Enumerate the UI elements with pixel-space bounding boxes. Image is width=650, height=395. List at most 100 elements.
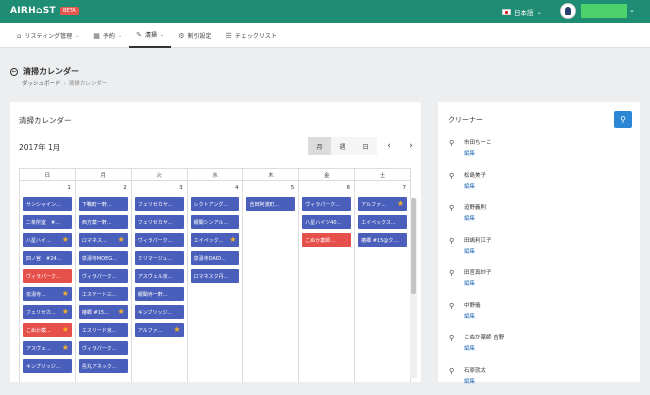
event-label: 銀閣シンアル... xyxy=(194,219,229,226)
nav-item-0[interactable]: ⌂リスティング管理⌄ xyxy=(10,23,86,48)
cleaner-item: ⚲迫野義則編集 xyxy=(448,200,628,233)
cleaner-edit-link[interactable]: 編集 xyxy=(464,377,475,385)
cleaning-event[interactable]: 吉田阿波町... xyxy=(246,197,295,211)
calendar-scrollbar[interactable] xyxy=(410,198,417,378)
cleaning-event[interactable]: キンプリッジ... xyxy=(23,359,72,373)
home-icon: ⌂ xyxy=(17,32,21,40)
calendar-card: 清掃カレンダー 2017年 1月 月週日‹› 日月火水木金土 1サンシャイン..… xyxy=(10,102,421,382)
day-cell[interactable]: 4 レクトアング... 銀閣シンアル... エイペック...★ 泉湯寺DAID... ロマ… xyxy=(188,181,244,382)
day-cell[interactable]: 5吉田阿波町... xyxy=(243,181,299,382)
cleaning-event[interactable]: ミリマージュ... xyxy=(135,251,184,265)
cleaner-edit-link[interactable]: 編集 xyxy=(464,312,475,320)
cleaning-event[interactable]: サンシャイン... xyxy=(23,197,72,211)
cleaning-event[interactable]: 泉湯寺DAID... xyxy=(191,251,240,265)
cleaning-event[interactable]: 四ノ宮 #24... xyxy=(23,251,72,265)
cleaning-event[interactable]: フェリセカサ... xyxy=(135,197,184,211)
cleaner-edit-link[interactable]: 編集 xyxy=(464,279,475,287)
main-nav: ⌂リスティング管理⌄▦予約⌄✎清掃⌄⚙割引設定☰チェックリスト xyxy=(0,23,650,48)
cleaning-event[interactable]: 八星ハイツ40... xyxy=(302,215,351,229)
cleaning-event[interactable]: エイペック...★ xyxy=(191,233,240,247)
day-cell[interactable]: 7アルファ...★エイペックス...椿郷 #15@ク... xyxy=(355,181,411,382)
breadcrumb-dashboard[interactable]: ダッシュボード xyxy=(22,81,61,87)
day-cell[interactable]: 2 下鴨町一軒... 西方薬一軒... ロマネス... ★ 泉湯寺MOEG... ヴィラパー… xyxy=(76,181,132,382)
cleaning-event[interactable]: ロマネス... ★ xyxy=(79,233,128,247)
language-selector[interactable]: 日本語 ⌄ xyxy=(502,7,542,17)
day-cell[interactable]: 6 ヴィラパーク... 八星ハイツ40... こぬか薬師... xyxy=(299,181,355,382)
view-button-1[interactable]: 週 xyxy=(331,137,354,155)
calendar-heading: 清掃カレンダー xyxy=(19,115,72,126)
cleaning-event[interactable]: キンブリッジ... xyxy=(135,305,184,319)
nav-item-1[interactable]: ▦予約⌄ xyxy=(86,23,129,48)
cleaning-event[interactable]: エスリード京... xyxy=(79,323,128,337)
event-label: 泉湯寺... xyxy=(26,291,46,298)
cleaning-event[interactable]: エステート三... xyxy=(79,287,128,301)
map-pin-icon: ⚲ xyxy=(449,139,454,147)
cleaning-event[interactable]: アルファ...★ xyxy=(358,197,407,211)
cleaning-event[interactable]: ヴィラパーク... xyxy=(79,269,128,283)
cleaning-event[interactable]: フェリセカ...★ xyxy=(23,305,72,319)
cleaner-edit-link[interactable]: 編集 xyxy=(464,182,475,190)
day-cell[interactable]: 3フェリセカサ...フェリセカサ...ヴィラパーク...ミリマージュ...アスヴ… xyxy=(132,181,188,382)
cleaning-event[interactable]: ヴィラパーク... xyxy=(302,197,351,211)
cleaning-event[interactable]: 西方薬一軒... xyxy=(79,215,128,229)
cleaning-event[interactable]: 椿郷 #15...★ xyxy=(79,305,128,319)
event-label: 椿郷 #15@ク... xyxy=(361,237,398,244)
event-label: 泉湯寺DAID... xyxy=(194,255,226,262)
cleaning-event[interactable]: こぬか薬師... xyxy=(302,233,351,247)
next-month-button[interactable]: › xyxy=(401,137,421,155)
cleaning-event[interactable]: アスヴェル京... xyxy=(135,269,184,283)
cleaning-event[interactable]: ヴィラパーク... xyxy=(135,233,184,247)
event-label: ロマネス... xyxy=(82,237,107,244)
star-icon: ★ xyxy=(118,236,125,244)
cleaning-event[interactable]: 島丸アネック... xyxy=(79,359,128,373)
day-cell[interactable]: 1サンシャイン...二条所室 #...八星ハイ...★四ノ宮 #24...ヴィラ… xyxy=(20,181,76,382)
add-cleaner-button[interactable]: ⚲ xyxy=(614,111,632,128)
cleaning-event[interactable]: 椿郷 #15@ク... xyxy=(358,233,407,247)
cleaner-edit-link[interactable]: 編集 xyxy=(464,247,475,255)
view-button-0[interactable]: 月 xyxy=(308,137,331,155)
event-label: こぬか薬師... xyxy=(305,237,335,244)
nav-item-2[interactable]: ✎清掃⌄ xyxy=(129,23,171,48)
cleaning-event[interactable]: ヴィラパーク... xyxy=(79,341,128,355)
event-label: 二条所室 #... xyxy=(26,219,60,226)
weekday-header-cell: 木 xyxy=(243,169,299,180)
avatar[interactable] xyxy=(560,3,576,19)
chevron-down-icon: ⌄ xyxy=(75,33,79,39)
cleaner-edit-link[interactable]: 編集 xyxy=(464,344,475,352)
cleaner-item: ⚲石原就太編集 xyxy=(448,363,628,395)
cleaning-event[interactable]: 泉湯寺...★ xyxy=(23,287,72,301)
event-label: アルファ... xyxy=(138,327,163,334)
day-number: 6 xyxy=(347,185,351,191)
nav-item-3[interactable]: ⚙割引設定 xyxy=(171,23,218,48)
view-button-2[interactable]: 日 xyxy=(354,137,377,155)
cleaning-event[interactable]: 泉湯寺MOEG... xyxy=(79,251,128,265)
day-number: 2 xyxy=(123,185,127,191)
user-menu-chevron-icon[interactable]: ⌄ xyxy=(629,6,635,14)
cleaning-event[interactable]: 銀閣寺一軒... xyxy=(135,287,184,301)
cleaning-event[interactable]: 二条所室 #... xyxy=(23,215,72,229)
user-name-box[interactable] xyxy=(581,4,627,18)
day-number: 4 xyxy=(235,185,239,191)
scrollbar-thumb[interactable] xyxy=(411,198,416,294)
event-label: エステート三... xyxy=(82,291,117,298)
cleaning-event[interactable]: エイペックス... xyxy=(358,215,407,229)
cleaning-event[interactable]: アルファ...★ xyxy=(135,323,184,337)
back-icon[interactable]: ← xyxy=(10,68,18,76)
top-bar: AIRH⌂ST BETA 日本語 ⌄ ⌄ xyxy=(0,0,650,23)
event-label: 四ノ宮 #24... xyxy=(26,255,61,262)
language-label: 日本語 xyxy=(514,7,534,17)
cleaning-event[interactable]: 下鴨町一軒... xyxy=(79,197,128,211)
cleaner-edit-link[interactable]: 編集 xyxy=(464,214,475,222)
cleaning-event[interactable]: レクトアング... xyxy=(191,197,240,211)
cleaning-event[interactable]: 八星ハイ...★ xyxy=(23,233,72,247)
cleaning-event[interactable]: こぬか薬...★ xyxy=(23,323,72,337)
app-logo[interactable]: AIRH⌂ST xyxy=(10,6,56,16)
cleaning-event[interactable]: ヴィラパーク... xyxy=(23,269,72,283)
cleaner-edit-link[interactable]: 編集 xyxy=(464,149,475,157)
cleaning-event[interactable]: フェリセカサ... xyxy=(135,215,184,229)
nav-item-4[interactable]: ☰チェックリスト xyxy=(219,23,284,48)
prev-month-button[interactable]: ‹ xyxy=(379,137,399,155)
cleaning-event[interactable]: ロマネスク丹... xyxy=(191,269,240,283)
cleaning-event[interactable]: 銀閣シンアル... xyxy=(191,215,240,229)
cleaning-event[interactable]: アスヴェ...★ xyxy=(23,341,72,355)
